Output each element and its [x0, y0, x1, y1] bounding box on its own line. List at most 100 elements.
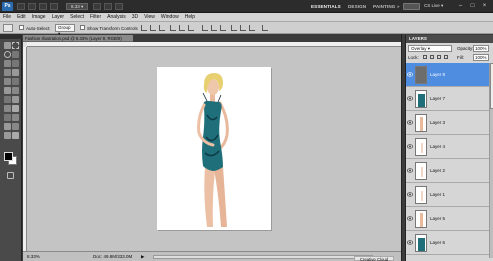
- menu-edit[interactable]: Edit: [14, 13, 29, 21]
- layer-row[interactable]: Layer 6: [406, 231, 489, 255]
- fill-field[interactable]: 100%: [473, 54, 489, 61]
- align-bottom-icon[interactable]: [159, 25, 165, 31]
- arrange-documents-icon[interactable]: [104, 3, 112, 10]
- hand-tool-icon[interactable]: [4, 132, 11, 139]
- layers-panel-title[interactable]: LAYERS: [406, 35, 493, 43]
- layer-name[interactable]: Layer 1: [430, 192, 445, 197]
- menu-image[interactable]: Image: [29, 13, 49, 21]
- lock-transparent-icon[interactable]: [423, 55, 427, 59]
- workspace-design[interactable]: DESIGN: [348, 4, 366, 9]
- quick-selection-tool-icon[interactable]: [12, 51, 19, 58]
- layer-name[interactable]: Layer 6: [430, 240, 445, 245]
- search-field[interactable]: [403, 3, 420, 10]
- layers-scrollbar[interactable]: [489, 63, 493, 258]
- lock-all-icon[interactable]: [444, 55, 448, 59]
- crop-tool-icon[interactable]: [4, 60, 11, 67]
- move-tool-icon[interactable]: [4, 42, 11, 49]
- status-menu-arrow[interactable]: ▶: [141, 254, 144, 260]
- menu-view[interactable]: View: [141, 13, 158, 21]
- distribute-top-icon[interactable]: [202, 25, 208, 31]
- layer-name[interactable]: Layer 4: [430, 144, 445, 149]
- lock-image-icon[interactable]: [430, 55, 434, 59]
- visibility-eye-icon[interactable]: [407, 216, 413, 221]
- lasso-tool-icon[interactable]: [4, 51, 11, 58]
- visibility-eye-icon[interactable]: [407, 120, 413, 125]
- tools-panel-grip[interactable]: [0, 34, 22, 39]
- document-canvas[interactable]: [157, 67, 271, 230]
- minimize-button[interactable]: –: [456, 3, 465, 10]
- layer-thumbnail[interactable]: [415, 66, 427, 84]
- layer-thumbnail[interactable]: [415, 138, 427, 156]
- distribute-left-icon[interactable]: [231, 25, 237, 31]
- close-button[interactable]: ×: [480, 3, 489, 10]
- zoom-tool-icon[interactable]: [12, 132, 19, 139]
- menu-select[interactable]: Select: [67, 13, 87, 21]
- align-right-icon[interactable]: [188, 25, 194, 31]
- auto-select-checkbox[interactable]: [19, 25, 24, 30]
- canvas-area[interactable]: [27, 47, 401, 251]
- blur-tool-icon[interactable]: [4, 96, 11, 103]
- align-hcenter-icon[interactable]: [179, 25, 185, 31]
- menu-analysis[interactable]: Analysis: [104, 13, 129, 21]
- 3d-rotate-tool-icon[interactable]: [4, 123, 11, 130]
- layer-row[interactable]: Layer 4: [406, 135, 489, 159]
- horizontal-scrollbar[interactable]: [153, 255, 373, 259]
- zoom-tool-icon[interactable]: [50, 3, 58, 10]
- clone-stamp-tool-icon[interactable]: [4, 78, 11, 85]
- visibility-eye-icon[interactable]: [407, 72, 413, 77]
- menu-layer[interactable]: Layer: [49, 13, 68, 21]
- show-transform-checkbox[interactable]: [80, 25, 85, 30]
- zoom-level-select[interactable]: 8.33 ▾: [66, 3, 88, 10]
- move-tool-preset-icon[interactable]: [3, 24, 13, 32]
- quick-mask-icon[interactable]: [7, 172, 14, 179]
- layer-row[interactable]: Layer 1: [406, 183, 489, 207]
- menu-file[interactable]: File: [0, 13, 14, 21]
- maximize-button[interactable]: □: [468, 3, 477, 10]
- distribute-bottom-icon[interactable]: [220, 25, 226, 31]
- menu-filter[interactable]: Filter: [87, 13, 104, 21]
- align-left-icon[interactable]: [170, 25, 176, 31]
- layer-row[interactable]: Layer 3: [406, 111, 489, 135]
- layer-name[interactable]: Layer 5: [430, 216, 445, 221]
- workspace-more-button[interactable]: »: [397, 4, 400, 9]
- layer-thumbnail[interactable]: [415, 186, 427, 204]
- menu-window[interactable]: Window: [158, 13, 182, 21]
- lock-position-icon[interactable]: [437, 55, 441, 59]
- layer-row[interactable]: Layer 2: [406, 159, 489, 183]
- eyedropper-tool-icon[interactable]: [12, 60, 19, 67]
- healing-brush-tool-icon[interactable]: [4, 69, 11, 76]
- visibility-eye-icon[interactable]: [407, 96, 413, 101]
- marquee-tool-icon[interactable]: [12, 42, 19, 49]
- layer-thumbnail[interactable]: [415, 210, 427, 228]
- layer-name[interactable]: Layer 2: [430, 168, 445, 173]
- view-extras-icon[interactable]: [93, 3, 101, 10]
- layer-name[interactable]: Layer 3: [430, 120, 445, 125]
- pen-tool-icon[interactable]: [4, 105, 11, 112]
- auto-select-type-select[interactable]: Group ▾: [55, 24, 75, 36]
- layer-name[interactable]: Layer 8: [430, 72, 445, 77]
- menu-3d[interactable]: 3D: [129, 13, 141, 21]
- type-tool-icon[interactable]: [12, 105, 19, 112]
- blend-mode-select[interactable]: Overlay ▾: [408, 45, 452, 52]
- shape-tool-icon[interactable]: [12, 114, 19, 121]
- layer-row[interactable]: Layer 5: [406, 207, 489, 231]
- gradient-tool-icon[interactable]: [12, 87, 19, 94]
- history-brush-tool-icon[interactable]: [12, 78, 19, 85]
- distribute-hcenter-icon[interactable]: [240, 25, 246, 31]
- align-top-icon[interactable]: [141, 25, 147, 31]
- hand-tool-icon[interactable]: [39, 3, 47, 10]
- visibility-eye-icon[interactable]: [407, 240, 413, 245]
- 3d-orbit-tool-icon[interactable]: [12, 123, 19, 130]
- launch-bridge-icon[interactable]: [17, 3, 25, 10]
- path-selection-tool-icon[interactable]: [4, 114, 11, 121]
- visibility-eye-icon[interactable]: [407, 168, 413, 173]
- opacity-field[interactable]: 100%: [473, 45, 489, 52]
- eraser-tool-icon[interactable]: [4, 87, 11, 94]
- launch-minibridge-icon[interactable]: [28, 3, 36, 10]
- auto-align-icon[interactable]: [262, 25, 268, 31]
- screen-mode-icon[interactable]: [115, 3, 123, 10]
- dodge-tool-icon[interactable]: [12, 96, 19, 103]
- layer-thumbnail[interactable]: [415, 162, 427, 180]
- layer-thumbnail[interactable]: [415, 90, 427, 108]
- workspace-painting[interactable]: PAINTING: [373, 4, 395, 9]
